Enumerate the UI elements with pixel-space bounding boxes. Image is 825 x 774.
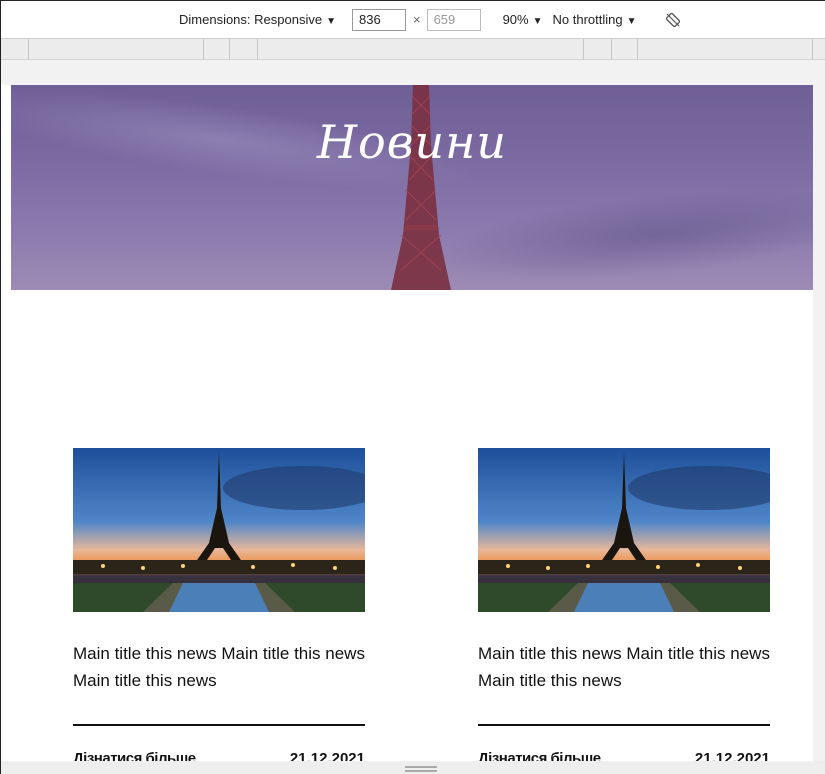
divider [478, 724, 770, 726]
news-image[interactable] [73, 448, 365, 612]
news-meta: Дізнатися більше 21.12.2021 [73, 750, 365, 761]
throttling-label: No throttling [552, 12, 623, 27]
rotate-icon[interactable] [665, 12, 681, 28]
page-title: Новини [316, 115, 508, 169]
news-title[interactable]: Main title this news Main title this new… [478, 640, 770, 696]
read-more-link[interactable]: Дізнатися більше [73, 750, 196, 761]
zoom-dropdown[interactable]: 90% ▼ [503, 12, 543, 27]
news-date: 21.12.2021 [694, 750, 770, 761]
news-title[interactable]: Main title this news Main title this new… [73, 640, 365, 696]
dropdown-arrow-icon: ▼ [532, 16, 543, 27]
dimensions-label: Dimensions: Responsive [179, 12, 323, 27]
dropdown-arrow-icon: ▼ [326, 16, 336, 27]
resize-handle-bottom[interactable] [1, 761, 825, 774]
hero-banner: Новини [11, 85, 813, 290]
page-viewport: Новини Main title this news Main title t… [11, 85, 813, 761]
divider [73, 724, 365, 726]
news-card[interactable]: Main title this news Main title this new… [73, 448, 365, 761]
viewport-gutter [1, 60, 813, 85]
zoom-label: 90% [502, 12, 529, 27]
device-toolbar: Dimensions: Responsive▼ × 90%▼ No thrott… [1, 1, 825, 38]
news-image[interactable] [478, 448, 770, 612]
height-input[interactable] [426, 8, 481, 31]
media-query-ruler[interactable] [1, 38, 825, 60]
times-separator: × [412, 12, 421, 27]
news-card[interactable]: Main title this news Main title this new… [478, 448, 770, 761]
drag-handle-icon[interactable] [405, 766, 437, 768]
read-more-link[interactable]: Дізнатися більше [478, 750, 601, 761]
throttling-dropdown[interactable]: No throttling ▼ [553, 12, 637, 27]
dropdown-arrow-icon: ▼ [626, 16, 637, 27]
dimensions-dropdown[interactable]: Dimensions: Responsive ▼ [179, 12, 336, 27]
width-input[interactable] [351, 8, 406, 31]
resize-handle-right[interactable] [813, 60, 825, 761]
news-meta: Дізнатися більше 21.12.2021 [478, 750, 770, 761]
news-date: 21.12.2021 [289, 750, 365, 761]
